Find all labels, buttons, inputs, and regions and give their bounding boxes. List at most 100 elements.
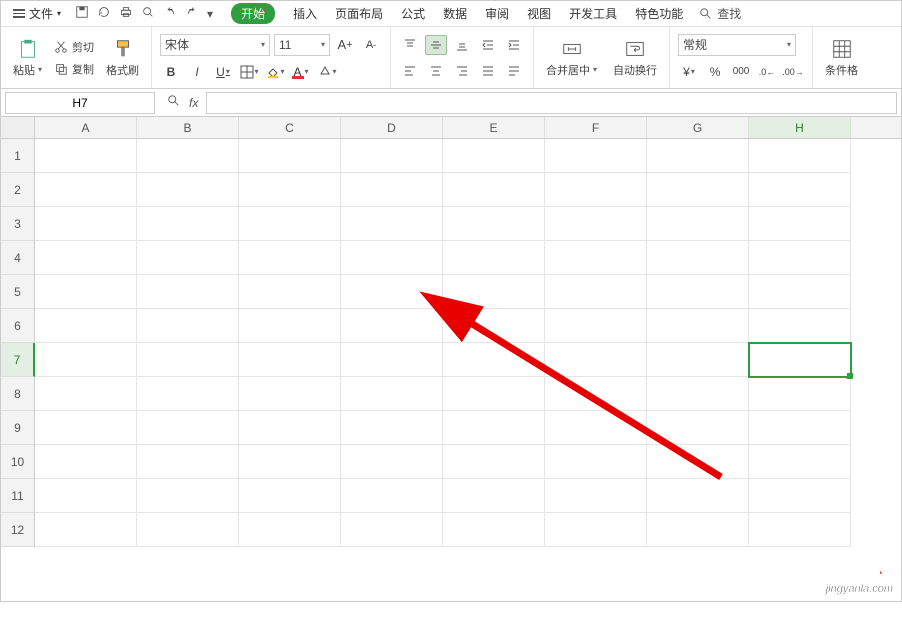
- file-menu[interactable]: 文件 ▾: [7, 3, 67, 24]
- underline-button[interactable]: U▾: [212, 62, 234, 82]
- cell[interactable]: [239, 479, 341, 513]
- cell[interactable]: [647, 207, 749, 241]
- conditional-format-button[interactable]: 条件格: [821, 36, 862, 80]
- cell[interactable]: [137, 343, 239, 377]
- row-header[interactable]: 12: [1, 513, 35, 547]
- merge-center-button[interactable]: 合并居中▾: [542, 36, 601, 80]
- cell[interactable]: [239, 343, 341, 377]
- distribute-icon[interactable]: [503, 61, 525, 81]
- tab-features[interactable]: 特色功能: [635, 5, 683, 22]
- cell[interactable]: [341, 309, 443, 343]
- formula-input[interactable]: [206, 92, 897, 114]
- format-painter-button[interactable]: 格式刷: [102, 36, 143, 80]
- cell[interactable]: [749, 207, 851, 241]
- cell[interactable]: [545, 139, 647, 173]
- name-box[interactable]: H7: [5, 92, 155, 114]
- fx-icon[interactable]: fx: [189, 96, 198, 110]
- cell[interactable]: [443, 139, 545, 173]
- cell[interactable]: [35, 241, 137, 275]
- row-header[interactable]: 6: [1, 309, 35, 343]
- row-header[interactable]: 1: [1, 139, 35, 173]
- cell[interactable]: [35, 207, 137, 241]
- align-left-icon[interactable]: [399, 61, 421, 81]
- cell[interactable]: [545, 241, 647, 275]
- column-header[interactable]: F: [545, 117, 647, 138]
- cell[interactable]: [137, 139, 239, 173]
- cell[interactable]: [545, 173, 647, 207]
- column-header[interactable]: H: [749, 117, 851, 138]
- column-header[interactable]: D: [341, 117, 443, 138]
- cell[interactable]: [647, 241, 749, 275]
- cell[interactable]: [545, 445, 647, 479]
- number-format-combo[interactable]: 常规▾: [678, 34, 796, 56]
- cell[interactable]: [137, 445, 239, 479]
- cell[interactable]: [137, 411, 239, 445]
- cell[interactable]: [137, 241, 239, 275]
- cell[interactable]: [443, 275, 545, 309]
- print-icon[interactable]: [119, 5, 133, 22]
- row-header[interactable]: 4: [1, 241, 35, 275]
- justify-icon[interactable]: [477, 61, 499, 81]
- cell[interactable]: [35, 343, 137, 377]
- cell[interactable]: [239, 377, 341, 411]
- cell[interactable]: [545, 377, 647, 411]
- cell[interactable]: [647, 139, 749, 173]
- cell[interactable]: [545, 479, 647, 513]
- font-color-button[interactable]: A▾: [290, 62, 312, 82]
- row-header[interactable]: 3: [1, 207, 35, 241]
- cell[interactable]: [35, 445, 137, 479]
- cell[interactable]: [647, 513, 749, 547]
- cell[interactable]: [137, 377, 239, 411]
- refresh-icon[interactable]: [97, 5, 111, 22]
- cell[interactable]: [545, 207, 647, 241]
- cell[interactable]: [35, 377, 137, 411]
- cell[interactable]: [341, 411, 443, 445]
- cell[interactable]: [137, 275, 239, 309]
- save-icon[interactable]: [75, 5, 89, 22]
- percent-button[interactable]: %: [704, 62, 726, 82]
- fill-color-button[interactable]: ▾: [264, 62, 286, 82]
- cell[interactable]: [647, 173, 749, 207]
- cell[interactable]: [749, 445, 851, 479]
- cell[interactable]: [341, 377, 443, 411]
- cell[interactable]: [239, 139, 341, 173]
- cell[interactable]: [341, 513, 443, 547]
- cell[interactable]: [545, 309, 647, 343]
- cell[interactable]: [239, 173, 341, 207]
- cell[interactable]: [647, 343, 749, 377]
- tab-data[interactable]: 数据: [443, 5, 467, 22]
- cell[interactable]: [443, 309, 545, 343]
- cut-button[interactable]: 剪切: [52, 38, 96, 56]
- cell[interactable]: [35, 411, 137, 445]
- cell[interactable]: [341, 479, 443, 513]
- qat-more-icon[interactable]: ▾: [207, 7, 213, 21]
- cell[interactable]: [647, 309, 749, 343]
- cell[interactable]: [239, 411, 341, 445]
- row-header[interactable]: 5: [1, 275, 35, 309]
- cell[interactable]: [35, 275, 137, 309]
- tab-review[interactable]: 审阅: [485, 5, 509, 22]
- cell[interactable]: [545, 513, 647, 547]
- column-header[interactable]: A: [35, 117, 137, 138]
- wrap-text-button[interactable]: 自动换行: [609, 36, 661, 80]
- cell[interactable]: [443, 207, 545, 241]
- tab-view[interactable]: 视图: [527, 5, 551, 22]
- cell[interactable]: [443, 173, 545, 207]
- border-button[interactable]: ▾: [238, 62, 260, 82]
- increase-decimal-button[interactable]: .0←: [756, 62, 778, 82]
- row-header[interactable]: 9: [1, 411, 35, 445]
- column-header[interactable]: G: [647, 117, 749, 138]
- cell[interactable]: [137, 173, 239, 207]
- increase-font-icon[interactable]: A+: [334, 35, 356, 55]
- cell[interactable]: [239, 241, 341, 275]
- cell[interactable]: [749, 479, 851, 513]
- font-size-combo[interactable]: 11▾: [274, 34, 330, 56]
- tab-insert[interactable]: 插入: [293, 5, 317, 22]
- currency-button[interactable]: ¥▾: [678, 62, 700, 82]
- cell[interactable]: [647, 479, 749, 513]
- cell[interactable]: [239, 445, 341, 479]
- row-header[interactable]: 7: [1, 343, 35, 377]
- row-header[interactable]: 11: [1, 479, 35, 513]
- indent-increase-icon[interactable]: [503, 35, 525, 55]
- cell[interactable]: [35, 173, 137, 207]
